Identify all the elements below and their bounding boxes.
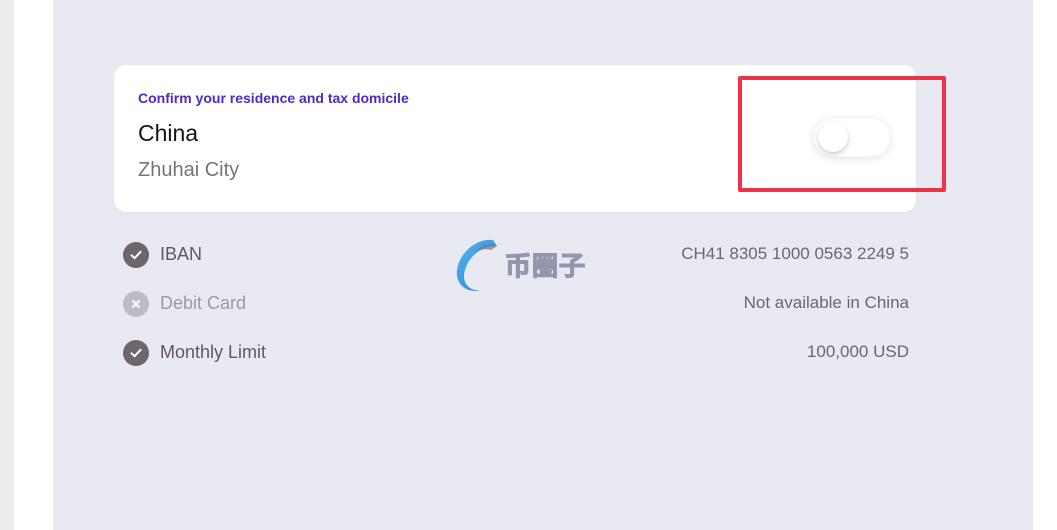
residence-prompt: Confirm your residence and tax domicile — [138, 90, 409, 106]
toggle-knob[interactable] — [818, 122, 848, 152]
confirm-residence-toggle[interactable] — [813, 117, 891, 157]
feature-row-debit-card: Debit Card Not available in China — [123, 290, 909, 318]
residence-card: Confirm your residence and tax domicile … — [114, 65, 916, 212]
feature-label: Debit Card — [160, 293, 247, 313]
feature-row-monthly-limit: Monthly Limit 100,000 USD — [123, 339, 909, 367]
feature-value: 100,000 USD — [806, 342, 909, 361]
check-icon — [123, 242, 149, 268]
watermark: 币圈子 — [453, 236, 603, 294]
feature-label: IBAN — [160, 244, 203, 264]
residence-country: China — [138, 120, 199, 146]
feature-value: Not available in China — [743, 293, 909, 312]
watermark-text: 币圈子 — [504, 250, 587, 281]
watermark-logo-icon — [456, 239, 497, 291]
check-icon — [123, 340, 149, 366]
left-gutter — [0, 0, 14, 530]
feature-value: CH41 8305 1000 0563 2249 5 — [681, 244, 909, 263]
residence-city: Zhuhai City — [138, 159, 240, 181]
cross-icon — [123, 291, 149, 317]
feature-label: Monthly Limit — [160, 342, 267, 362]
